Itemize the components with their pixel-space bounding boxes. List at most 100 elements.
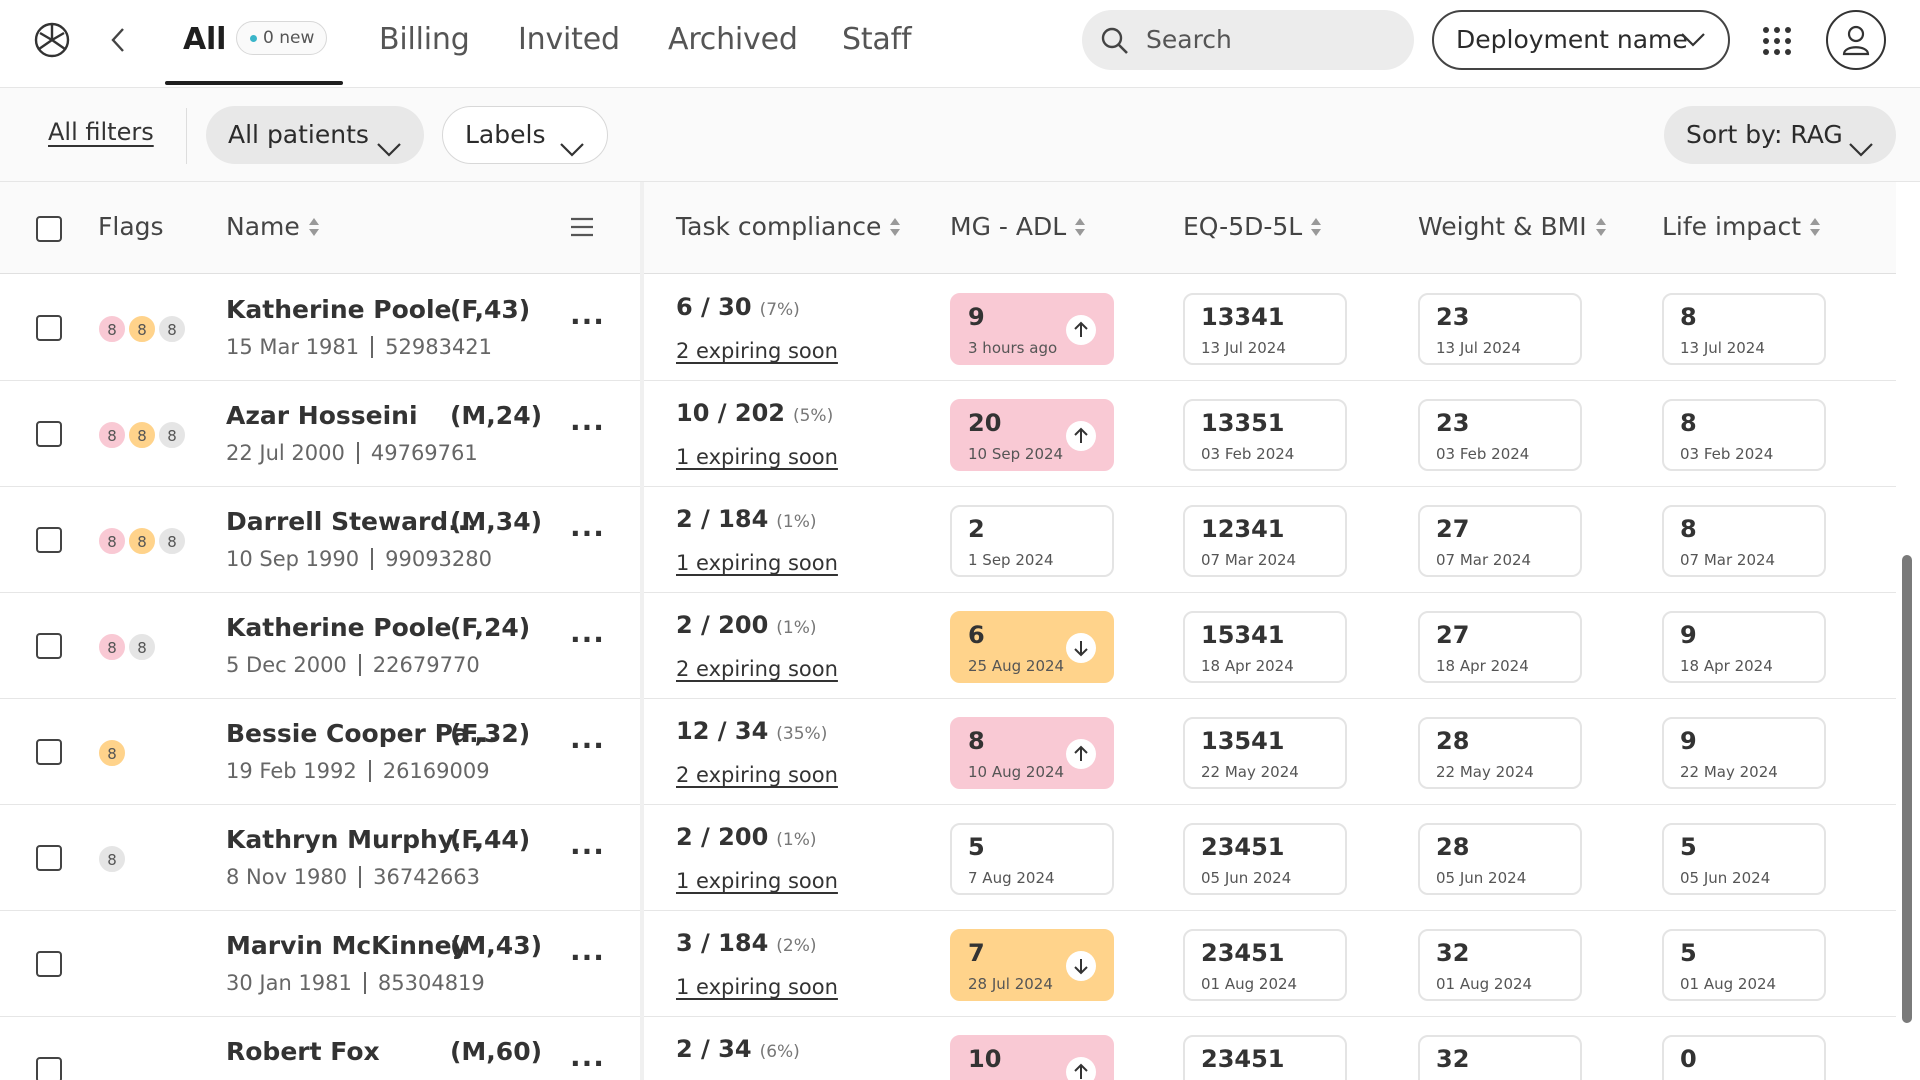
mg-adl-card[interactable]: 7 28 Jul 2024	[950, 929, 1114, 1001]
patient-name[interactable]: Katherine Poole (F,43)	[226, 295, 530, 324]
expiring-soon-link[interactable]: 2 expiring soon	[676, 339, 838, 363]
patient-name[interactable]: Marvin McKinney (M,43)	[226, 931, 542, 960]
patients-filter[interactable]: All patients	[206, 106, 424, 164]
eq5d5l-card[interactable]: 13351 03 Feb 2024	[1183, 399, 1347, 471]
patient-name[interactable]: Azar Hosseini (M,24)	[226, 401, 542, 430]
expiring-soon-link[interactable]: 1 expiring soon	[676, 551, 838, 575]
flag-badge[interactable]: 8	[128, 633, 156, 661]
column-mg-adl[interactable]: MG - ADL	[950, 212, 1086, 241]
tab-invited[interactable]: Invited	[518, 20, 620, 60]
life-impact-card[interactable]: 8 03 Feb 2024	[1662, 399, 1826, 471]
patient-name[interactable]: Bessie Cooper Pa... (F,32)	[226, 719, 530, 748]
apps-grid-icon[interactable]	[1762, 26, 1792, 56]
weight-bmi-card[interactable]: 28 05 Jun 2024	[1418, 823, 1582, 895]
life-impact-card[interactable]: 5 05 Jun 2024	[1662, 823, 1826, 895]
row-checkbox[interactable]	[36, 633, 62, 659]
mg-adl-card[interactable]: 9 3 hours ago	[950, 293, 1114, 365]
user-avatar[interactable]	[1826, 10, 1886, 70]
flag-badge[interactable]: 8	[128, 421, 156, 449]
eq5d5l-card[interactable]: 23451 05 Jun 2024	[1183, 823, 1347, 895]
row-checkbox[interactable]	[36, 951, 62, 977]
weight-bmi-card[interactable]: 28 22 May 2024	[1418, 717, 1582, 789]
row-checkbox[interactable]	[36, 527, 62, 553]
mg-adl-card[interactable]: 20 10 Sep 2024	[950, 399, 1114, 471]
eq5d5l-card[interactable]: 13341 13 Jul 2024	[1183, 293, 1347, 365]
mg-adl-card[interactable]: 6 25 Aug 2024	[950, 611, 1114, 683]
eq5d5l-card[interactable]: 23451	[1183, 1035, 1347, 1080]
expiring-soon-link[interactable]: 2 expiring soon	[676, 763, 838, 787]
more-icon[interactable]: ···	[570, 941, 605, 974]
row-checkbox[interactable]	[36, 421, 62, 447]
flag-badge[interactable]: 8	[98, 315, 126, 343]
expiring-soon-link[interactable]: 1 expiring soon	[676, 869, 838, 893]
column-task-compliance[interactable]: Task compliance	[676, 212, 901, 241]
flag-badge[interactable]: 8	[158, 527, 186, 555]
table-row[interactable]: 88 Katherine Poole (F,24) 5 Dec 2000 22679…	[0, 593, 1896, 699]
flag-badge[interactable]: 8	[128, 527, 156, 555]
mg-adl-card[interactable]: 5 7 Aug 2024	[950, 823, 1114, 895]
flag-badge[interactable]: 8	[158, 421, 186, 449]
sort-select[interactable]: Sort by: RAG	[1664, 106, 1896, 164]
table-row[interactable]: 888 Darrell Steward... (M,34) 10 Sep 1990…	[0, 487, 1896, 593]
eq5d5l-card[interactable]: 12341 07 Mar 2024	[1183, 505, 1347, 577]
flag-badge[interactable]: 8	[98, 739, 126, 767]
life-impact-card[interactable]: 9 18 Apr 2024	[1662, 611, 1826, 683]
column-menu-icon[interactable]	[570, 216, 594, 242]
select-all-checkbox[interactable]	[36, 216, 62, 242]
tab-all[interactable]: All	[183, 20, 226, 60]
row-checkbox[interactable]	[36, 739, 62, 765]
eq5d5l-card[interactable]: 15341 18 Apr 2024	[1183, 611, 1347, 683]
more-icon[interactable]: ···	[570, 411, 605, 444]
tab-archived[interactable]: Archived	[668, 20, 798, 60]
back-chevron-icon[interactable]	[104, 24, 132, 56]
table-row[interactable]: 888 Katherine Poole (F,43) 15 Mar 1981 529…	[0, 275, 1896, 381]
expiring-soon-link[interactable]: 1 expiring soon	[676, 445, 838, 469]
table-row[interactable]: Marvin McKinney (M,43) 30 Jan 1981 8530481…	[0, 911, 1896, 1017]
search-input[interactable]: Search	[1082, 10, 1414, 70]
flag-badge[interactable]: 8	[98, 633, 126, 661]
life-impact-card[interactable]: 9 22 May 2024	[1662, 717, 1826, 789]
column-eq5d5l[interactable]: EQ-5D-5L	[1183, 212, 1322, 241]
scrollbar-thumb[interactable]	[1902, 555, 1912, 1023]
life-impact-card[interactable]: 5 01 Aug 2024	[1662, 929, 1826, 1001]
row-checkbox[interactable]	[36, 315, 62, 341]
more-icon[interactable]: ···	[570, 835, 605, 868]
more-icon[interactable]: ···	[570, 517, 605, 550]
patient-name[interactable]: Darrell Steward... (M,34)	[226, 507, 542, 536]
life-impact-card[interactable]: 8 13 Jul 2024	[1662, 293, 1826, 365]
patient-name[interactable]: Kathryn Murphy... (F,44)	[226, 825, 530, 854]
life-impact-card[interactable]: 8 07 Mar 2024	[1662, 505, 1826, 577]
table-row[interactable]: 8 Kathryn Murphy... (F,44) 8 Nov 1980 3674…	[0, 805, 1896, 911]
tab-billing[interactable]: Billing	[379, 20, 470, 60]
mg-adl-card[interactable]: 2 1 Sep 2024	[950, 505, 1114, 577]
labels-filter[interactable]: Labels	[442, 106, 608, 164]
eq5d5l-card[interactable]: 13541 22 May 2024	[1183, 717, 1347, 789]
logo-icon[interactable]	[34, 22, 70, 58]
flag-badge[interactable]: 8	[98, 421, 126, 449]
deployment-select[interactable]: Deployment name	[1432, 10, 1730, 70]
weight-bmi-card[interactable]: 32 01 Aug 2024	[1418, 929, 1582, 1001]
table-row[interactable]: 888 Azar Hosseini (M,24) 22 Jul 2000 49769…	[0, 381, 1896, 487]
weight-bmi-card[interactable]: 27 07 Mar 2024	[1418, 505, 1582, 577]
weight-bmi-card[interactable]: 27 18 Apr 2024	[1418, 611, 1582, 683]
row-checkbox[interactable]	[36, 1057, 62, 1080]
life-impact-card[interactable]: 0	[1662, 1035, 1826, 1080]
eq5d5l-card[interactable]: 23451 01 Aug 2024	[1183, 929, 1347, 1001]
more-icon[interactable]: ···	[570, 729, 605, 762]
all-filters-link[interactable]: All filters	[48, 118, 154, 146]
flag-badge[interactable]: 8	[158, 315, 186, 343]
table-row[interactable]: 8 Bessie Cooper Pa... (F,32) 19 Feb 1992 2…	[0, 699, 1896, 805]
column-name[interactable]: Name	[226, 212, 320, 241]
weight-bmi-card[interactable]: 23 03 Feb 2024	[1418, 399, 1582, 471]
weight-bmi-card[interactable]: 32	[1418, 1035, 1582, 1080]
column-weight-bmi[interactable]: Weight & BMI	[1418, 212, 1607, 241]
table-row[interactable]: Robert Fox (M,60) ··· 2 / 34 (6%) 10 23451…	[0, 1017, 1896, 1080]
weight-bmi-card[interactable]: 23 13 Jul 2024	[1418, 293, 1582, 365]
more-icon[interactable]: ···	[570, 623, 605, 656]
flag-badge[interactable]: 8	[128, 315, 156, 343]
expiring-soon-link[interactable]: 1 expiring soon	[676, 975, 838, 999]
patient-name[interactable]: Robert Fox (M,60)	[226, 1037, 542, 1066]
tab-staff[interactable]: Staff	[842, 20, 912, 60]
more-icon[interactable]: ···	[570, 305, 605, 338]
patient-name[interactable]: Katherine Poole (F,24)	[226, 613, 530, 642]
